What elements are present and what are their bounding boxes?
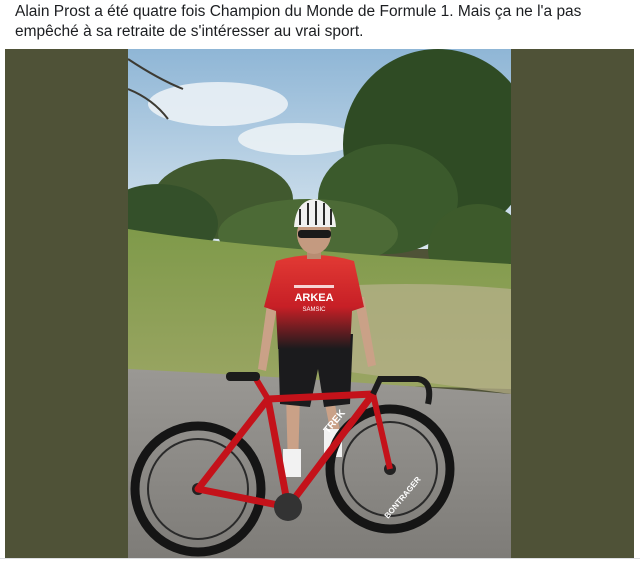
post-divider <box>0 558 640 559</box>
jersey-sub-brand: SAMSIC <box>302 307 326 313</box>
jersey-brand: ARKEA <box>294 292 333 304</box>
post-media[interactable]: ARKEA SAMSIC TREK BONTRAGER <box>5 49 634 558</box>
cyclist-photo[interactable]: ARKEA SAMSIC TREK BONTRAGER <box>128 49 511 558</box>
photo-illustration: ARKEA SAMSIC TREK BONTRAGER <box>128 49 511 558</box>
social-post: Alain Prost a été quatre fois Champion d… <box>0 0 640 562</box>
post-caption: Alain Prost a été quatre fois Champion d… <box>15 3 582 40</box>
